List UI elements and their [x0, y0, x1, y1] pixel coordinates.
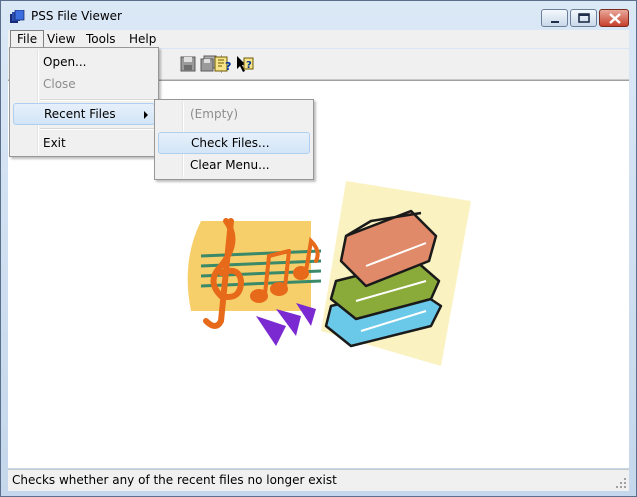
window-title: PSS File Viewer: [31, 9, 122, 23]
save-icon[interactable]: [178, 54, 198, 74]
pss-app-icon: [10, 10, 25, 23]
menu-bar: File View Tools Help: [8, 30, 629, 48]
menu-separator: [40, 128, 154, 130]
submenu-arrow-icon: [144, 111, 148, 119]
status-text: Checks whether any of the recent files n…: [12, 473, 337, 487]
recent-files-submenu: (Empty) Check Files... Clear Menu...: [154, 99, 314, 180]
menu-item-clear-menu[interactable]: Clear Menu...: [158, 154, 310, 176]
close-button[interactable]: [599, 9, 629, 27]
close-icon: [609, 13, 621, 24]
help-icon[interactable]: ?: [213, 54, 233, 74]
menu-item-close: Close: [43, 77, 76, 91]
menu-item-recent-files-label: Recent Files: [44, 107, 116, 121]
context-help-icon[interactable]: ?: [235, 54, 255, 74]
menu-file[interactable]: File: [10, 30, 45, 48]
minimize-button[interactable]: [541, 9, 568, 27]
menu-tools[interactable]: Tools: [80, 30, 122, 48]
title-bar[interactable]: PSS File Viewer: [1, 1, 636, 31]
menu-view[interactable]: View: [41, 30, 81, 48]
minimize-icon: [551, 21, 559, 23]
svg-text:?: ?: [225, 60, 231, 73]
status-bar: Checks whether any of the recent files n…: [8, 469, 629, 491]
maximize-icon: [578, 13, 590, 23]
menu-separator: [40, 99, 154, 101]
maximize-button[interactable]: [570, 9, 597, 27]
menu-help[interactable]: Help: [123, 30, 162, 48]
menu-item-empty: (Empty): [190, 107, 239, 121]
menu-item-recent-files[interactable]: Recent Files: [13, 103, 155, 125]
menu-item-exit[interactable]: Exit: [13, 132, 155, 154]
resize-grip-icon[interactable]: [615, 477, 627, 489]
music-and-books-clipart: [187, 181, 471, 366]
menu-item-check-files[interactable]: Check Files...: [158, 132, 310, 154]
svg-text:?: ?: [246, 60, 252, 71]
file-menu: Open... Close Recent Files Exit: [9, 47, 159, 157]
menu-item-open[interactable]: Open...: [13, 51, 155, 73]
